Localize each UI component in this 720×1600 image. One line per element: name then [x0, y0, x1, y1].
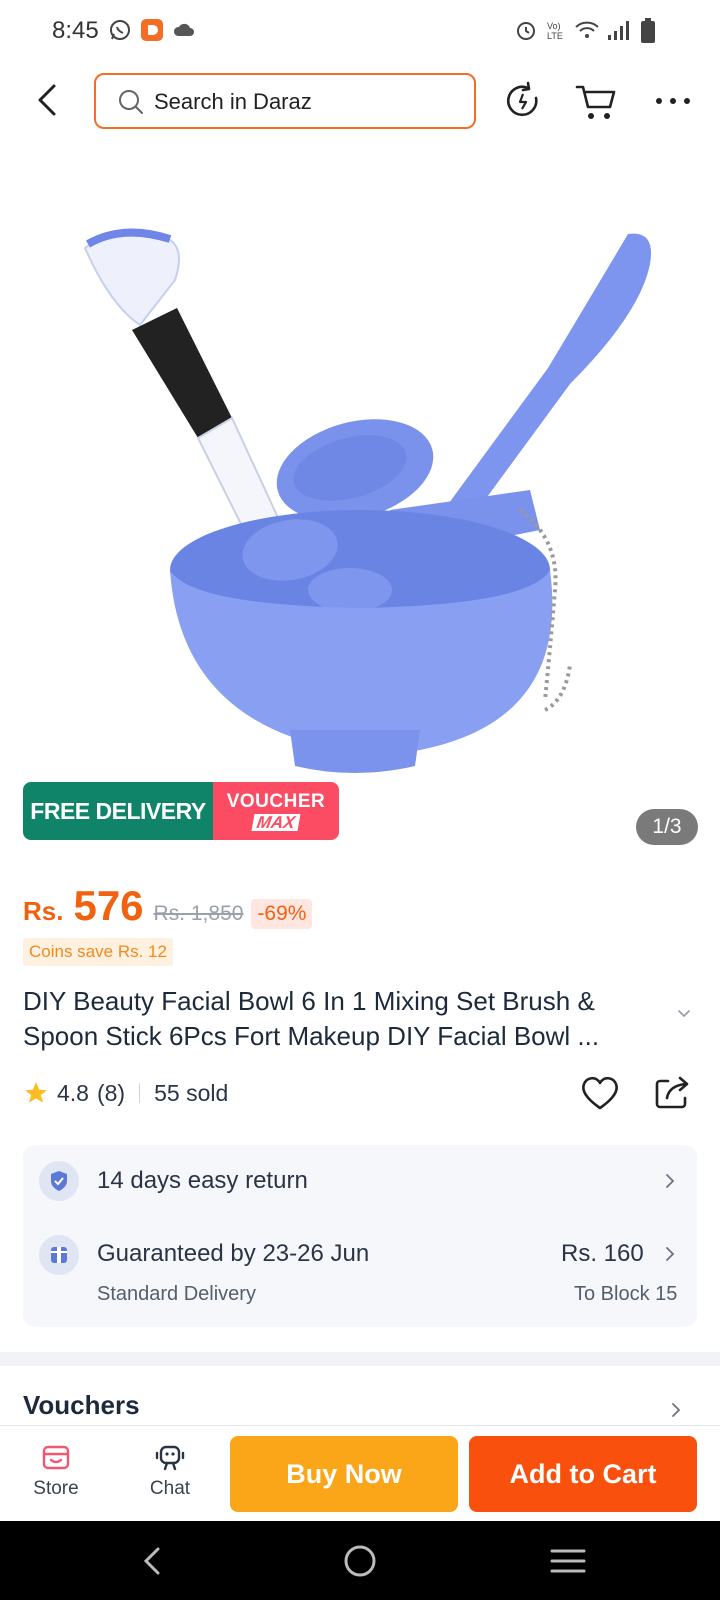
star-icon — [25, 1082, 47, 1103]
chevron-right-icon[interactable] — [663, 1244, 677, 1264]
daraz-app-icon — [141, 19, 163, 41]
store-icon — [42, 1445, 70, 1470]
product-image[interactable] — [0, 170, 720, 830]
add-to-cart-button[interactable]: Add to Cart — [469, 1436, 697, 1512]
status-bar: 8:45 Vo) LTE — [0, 0, 720, 60]
nav-recents-button[interactable] — [544, 1541, 592, 1581]
history-button[interactable] — [500, 78, 546, 124]
delivery-location: To Block 15 — [574, 1283, 678, 1305]
voucher-label: VOUCHER — [226, 790, 326, 812]
section-divider — [0, 1352, 720, 1366]
cart-button[interactable] — [574, 78, 620, 124]
voucher-max-badge: VOUCHER MAX — [213, 782, 339, 840]
whatsapp-icon — [110, 20, 130, 40]
rating-count: (8) — [96, 1079, 126, 1106]
chat-icon — [155, 1445, 185, 1471]
store-button[interactable]: Store — [16, 1442, 96, 1508]
cloud-icon — [173, 23, 194, 36]
divider — [139, 1083, 141, 1103]
delivery-type: Standard Delivery — [97, 1283, 256, 1305]
free-delivery-badge: FREE DELIVERY — [23, 782, 213, 840]
chat-label: Chat — [149, 1478, 191, 1499]
svg-text:Vo): Vo) — [547, 21, 561, 31]
discount-badge: -69% — [251, 899, 313, 929]
volte-icon: Vo) LTE — [547, 21, 563, 41]
currency-label: Rs. — [23, 896, 64, 926]
system-nav-bar — [0, 1521, 720, 1600]
rating-value: 4.8 — [57, 1079, 89, 1106]
wifi-icon — [575, 21, 599, 38]
share-button[interactable] — [650, 1071, 694, 1115]
battery-icon — [641, 18, 655, 43]
chevron-right-icon[interactable] — [663, 1171, 677, 1191]
return-shield-icon — [39, 1161, 79, 1201]
image-page-indicator: 1/3 — [636, 809, 698, 845]
vouchers-title: Vouchers — [23, 1390, 140, 1420]
original-price: Rs. 1,850 — [153, 902, 244, 925]
guarantee-text[interactable]: Guaranteed by 23-26 Jun — [97, 1240, 369, 1268]
search-box[interactable] — [94, 73, 476, 129]
vouchers-row[interactable]: Vouchers — [23, 1390, 697, 1430]
bottom-action-bar: Store Chat Buy Now Add to Cart — [0, 1425, 720, 1521]
svg-text:LTE: LTE — [547, 31, 563, 41]
header — [0, 70, 720, 132]
status-time: 8:45 — [52, 17, 99, 44]
sold-count: 55 sold — [154, 1079, 229, 1106]
nav-home-button[interactable] — [336, 1541, 384, 1581]
nav-back-button[interactable] — [130, 1541, 178, 1581]
store-label: Store — [33, 1478, 79, 1499]
expand-title-chevron-icon[interactable] — [676, 1008, 692, 1020]
easy-return-text[interactable]: 14 days easy return — [97, 1167, 308, 1195]
alarm-icon — [517, 22, 535, 40]
chat-button[interactable]: Chat — [130, 1442, 210, 1508]
search-input[interactable] — [154, 84, 454, 120]
current-price: 576 — [73, 882, 144, 929]
more-options-button[interactable] — [650, 78, 696, 124]
wishlist-heart-button[interactable] — [578, 1071, 622, 1115]
rating-row[interactable]: 4.8 (8) 55 sold — [23, 1075, 228, 1111]
chevron-right-icon[interactable] — [669, 1400, 683, 1420]
buy-now-button[interactable]: Buy Now — [230, 1436, 458, 1512]
signal-icon — [608, 21, 629, 40]
price-row: Rs. 576 Rs. 1,850 -69% — [23, 882, 313, 932]
product-title: DIY Beauty Facial Bowl 6 In 1 Mixing Set… — [23, 986, 600, 1051]
promo-badges: FREE DELIVERY VOUCHER MAX — [23, 782, 339, 840]
voucher-max-label: MAX — [251, 813, 301, 832]
delivery-fee: Rs. 160 — [561, 1240, 644, 1267]
search-icon — [119, 90, 143, 114]
back-button[interactable] — [30, 78, 66, 122]
delivery-box-icon — [39, 1235, 79, 1275]
delivery-card: 14 days easy return Guaranteed by 23-26 … — [23, 1145, 697, 1327]
coins-save-badge: Coins save Rs. 12 — [23, 938, 173, 966]
